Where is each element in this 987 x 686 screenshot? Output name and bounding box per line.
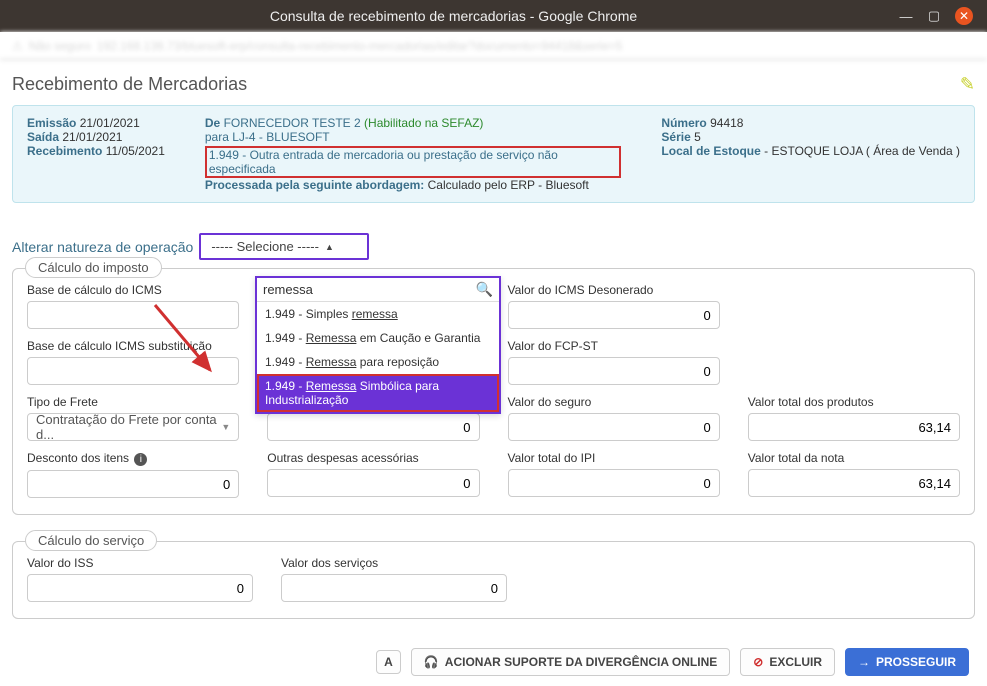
- page-title: Recebimento de Mercadorias: [12, 74, 247, 95]
- numero-value: 94418: [710, 116, 743, 130]
- calculo-servico-legend: Cálculo do serviço: [25, 530, 157, 551]
- info-icon[interactable]: i: [134, 453, 147, 466]
- natureza-select-placeholder: ----- Selecione -----: [211, 239, 319, 254]
- valor-iss-input[interactable]: [27, 574, 253, 602]
- desconto-itens-label: Desconto dos itens i: [27, 451, 239, 466]
- valor-servicos-label: Valor dos serviços: [281, 556, 507, 570]
- calculo-servico-fieldset: Cálculo do serviço Valor do ISS Valor do…: [12, 541, 975, 619]
- sefaz-status: (Habilitado na SEFAZ): [364, 116, 483, 130]
- valor-seguro-label: Valor do seguro: [508, 395, 720, 409]
- processada-value: Calculado pelo ERP - Bluesoft: [428, 178, 589, 192]
- valor-icms-deson-label: Valor do ICMS Desonerado: [508, 283, 720, 297]
- cfop-text: 1.949 - Outra entrada de mercadoria ou p…: [209, 148, 558, 176]
- valor-total-nota-label: Valor total da nota: [748, 451, 960, 465]
- dropdown-search-input[interactable]: [263, 282, 476, 297]
- natureza-dropdown: 🔍 1.949 - Simples remessa 1.949 - Remess…: [255, 276, 501, 414]
- valor-frete-input[interactable]: [267, 413, 479, 441]
- de-label: De: [205, 116, 220, 130]
- valor-total-prod-input[interactable]: [748, 413, 960, 441]
- excluir-button[interactable]: ⊘ EXCLUIR: [740, 648, 835, 676]
- url-text: 192.168.138.73/bluesoft-erp/consulta-rec…: [97, 39, 623, 53]
- fornecedor-link[interactable]: FORNECEDOR TESTE 2: [224, 116, 361, 130]
- emissao-label: Emissão: [27, 116, 76, 130]
- valor-seguro-input[interactable]: [508, 413, 720, 441]
- dropdown-option-1[interactable]: 1.949 - Simples remessa: [257, 302, 499, 326]
- valor-icms-deson-input[interactable]: [508, 301, 720, 329]
- font-icon: A: [384, 655, 393, 669]
- valor-fcp-st-label: Valor do FCP-ST: [508, 339, 720, 353]
- valor-total-ipi-input[interactable]: [508, 469, 720, 497]
- footer-actions: A 🎧 ACIONAR SUPORTE DA DIVERGÊNCIA ONLINE…: [0, 648, 987, 676]
- prosseguir-button[interactable]: → PROSSEGUIR: [845, 648, 969, 676]
- calculo-imposto-legend: Cálculo do imposto: [25, 257, 162, 278]
- arrow-right-icon: →: [858, 655, 870, 669]
- alterar-natureza-label: Alterar natureza de operação: [12, 239, 193, 255]
- minimize-icon[interactable]: —: [899, 9, 913, 23]
- tipo-frete-label: Tipo de Frete: [27, 395, 239, 409]
- close-icon[interactable]: ✕: [955, 7, 973, 25]
- dropdown-search-row: 🔍: [257, 278, 499, 302]
- font-size-button[interactable]: A: [376, 650, 401, 674]
- browser-url-bar[interactable]: ⚠ Não seguro 192.168.138.73/bluesoft-erp…: [0, 32, 987, 60]
- local-label: Local de Estoque: [661, 144, 760, 158]
- maximize-icon[interactable]: ▢: [927, 9, 941, 23]
- tipo-frete-select[interactable]: Contratação do Frete por conta d... ▼: [27, 413, 239, 441]
- window-controls: — ▢ ✕: [899, 7, 979, 25]
- cfop-highlight: 1.949 - Outra entrada de mercadoria ou p…: [205, 146, 622, 178]
- base-icms-label: Base de cálculo do ICMS: [27, 283, 239, 297]
- outras-desp-label: Outras despesas acessórias: [267, 451, 479, 465]
- dropdown-option-2[interactable]: 1.949 - Remessa em Caução e Garantia: [257, 326, 499, 350]
- base-icms-st-label: Base de cálculo ICMS substituição: [27, 339, 239, 353]
- headset-icon: 🎧: [424, 655, 439, 669]
- base-icms-input[interactable]: [27, 301, 239, 329]
- outras-desp-input[interactable]: [267, 469, 479, 497]
- saida-label: Saída: [27, 130, 59, 144]
- base-icms-st-input[interactable]: [27, 357, 239, 385]
- recebimento-value: 11/05/2021: [106, 144, 165, 158]
- emissao-value: 21/01/2021: [80, 116, 140, 130]
- valor-total-prod-label: Valor total dos produtos: [748, 395, 960, 409]
- serie-label: Série: [661, 130, 690, 144]
- chevron-up-icon: ▲: [325, 242, 334, 252]
- local-value: - ESTOQUE LOJA ( Área de Venda ): [764, 144, 960, 158]
- search-icon[interactable]: 🔍: [476, 281, 493, 298]
- window-title: Consulta de recebimento de mercadorias -…: [8, 8, 899, 24]
- valor-fcp-st-input[interactable]: [508, 357, 720, 385]
- valor-servicos-input[interactable]: [281, 574, 507, 602]
- dropdown-option-3[interactable]: 1.949 - Remessa para reposição: [257, 350, 499, 374]
- chevron-down-icon: ▼: [221, 422, 230, 432]
- desconto-itens-input[interactable]: [27, 470, 239, 498]
- suporte-button[interactable]: 🎧 ACIONAR SUPORTE DA DIVERGÊNCIA ONLINE: [411, 648, 730, 676]
- para-label: para: [205, 130, 229, 144]
- processada-label: Processada pela seguinte abordagem:: [205, 178, 424, 192]
- recebimento-label: Recebimento: [27, 144, 102, 158]
- valor-total-nota-input[interactable]: [748, 469, 960, 497]
- dropdown-option-4[interactable]: 1.949 - Remessa Simbólica para Industria…: [257, 374, 499, 412]
- para-value[interactable]: LJ-4 - BLUESOFT: [232, 130, 329, 144]
- pencil-icon[interactable]: ✎: [960, 74, 975, 95]
- numero-label: Número: [661, 116, 706, 130]
- valor-total-ipi-label: Valor total do IPI: [508, 451, 720, 465]
- window-titlebar: Consulta de recebimento de mercadorias -…: [0, 0, 987, 32]
- natureza-select[interactable]: ----- Selecione ----- ▲: [199, 233, 369, 260]
- summary-panel: Emissão 21/01/2021 Saída 21/01/2021 Rece…: [12, 105, 975, 203]
- insecure-label: Não seguro: [29, 39, 91, 53]
- x-circle-icon: ⊘: [753, 655, 763, 669]
- valor-iss-label: Valor do ISS: [27, 556, 253, 570]
- prosseguir-label: PROSSEGUIR: [876, 655, 956, 669]
- saida-value: 21/01/2021: [62, 130, 122, 144]
- suporte-label: ACIONAR SUPORTE DA DIVERGÊNCIA ONLINE: [445, 655, 717, 669]
- tipo-frete-value: Contratação do Frete por conta d...: [36, 412, 221, 442]
- serie-value: 5: [694, 130, 701, 144]
- excluir-label: EXCLUIR: [769, 655, 822, 669]
